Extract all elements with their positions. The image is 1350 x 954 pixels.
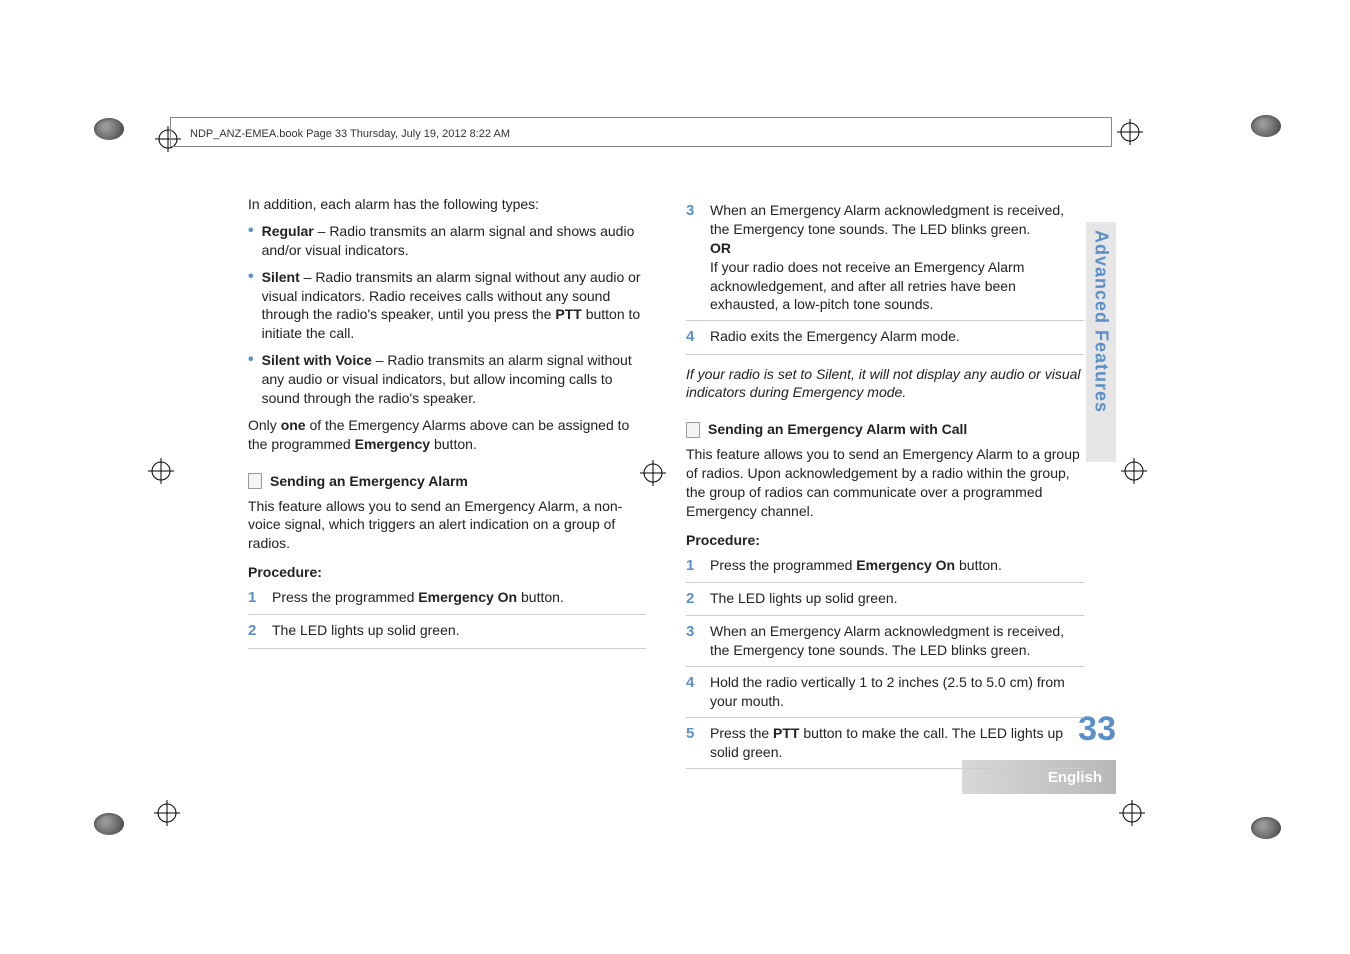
step-number: 2 <box>248 621 262 641</box>
section-body: This feature allows you to send an Emerg… <box>686 445 1084 521</box>
step-number: 1 <box>686 556 700 576</box>
bullet-icon: • <box>248 222 254 260</box>
register-mark-icon <box>155 126 181 152</box>
print-blob <box>94 813 124 835</box>
bullet-text: Silent with Voice – Radio transmits an a… <box>262 351 646 408</box>
step-text: Press the programmed Emergency On button… <box>272 588 564 608</box>
step-number: 1 <box>248 588 262 608</box>
only-one-note: Only one of the Emergency Alarms above c… <box>248 416 646 454</box>
print-blob <box>1251 115 1281 137</box>
step-3: 3 When an Emergency Alarm acknowledgment… <box>686 201 1084 321</box>
register-mark-icon <box>154 800 180 826</box>
step-b2: 2 The LED lights up solid green. <box>686 589 1084 616</box>
step-b3: 3 When an Emergency Alarm acknowledgment… <box>686 622 1084 667</box>
procedure-label: Procedure: <box>686 531 1084 550</box>
step-2: 2 The LED lights up solid green. <box>248 621 646 648</box>
step-1: 1 Press the programmed Emergency On butt… <box>248 588 646 615</box>
bullet-text: Regular – Radio transmits an alarm signa… <box>262 222 646 260</box>
procedure-label: Procedure: <box>248 563 646 582</box>
left-column: In addition, each alarm has the followin… <box>248 195 646 775</box>
step-text: Radio exits the Emergency Alarm mode. <box>710 327 960 347</box>
register-mark-icon <box>1117 119 1143 145</box>
section-body: This feature allows you to send an Emerg… <box>248 497 646 554</box>
step-number: 4 <box>686 327 700 347</box>
step-text: Press the programmed Emergency On button… <box>710 556 1002 576</box>
section-title: Sending an Emergency Alarm with Call <box>708 420 967 439</box>
step-text: When an Emergency Alarm acknowledgment i… <box>710 201 1084 314</box>
header-meta: NDP_ANZ-EMEA.book Page 33 Thursday, July… <box>190 128 510 140</box>
bullet-icon: • <box>248 268 254 344</box>
right-column: 3 When an Emergency Alarm acknowledgment… <box>686 195 1084 775</box>
step-text: When an Emergency Alarm acknowledgment i… <box>710 622 1084 660</box>
step-number: 4 <box>686 673 700 711</box>
bullet-icon: • <box>248 351 254 408</box>
intro-text: In addition, each alarm has the followin… <box>248 195 646 214</box>
step-number: 3 <box>686 201 700 314</box>
step-text: The LED lights up solid green. <box>272 621 460 641</box>
register-mark-icon <box>1119 800 1145 826</box>
register-mark-icon <box>1121 458 1147 484</box>
step-text: The LED lights up solid green. <box>710 589 898 609</box>
section-heading: Sending an Emergency Alarm <box>248 472 646 491</box>
bullet-silent: • Silent – Radio transmits an alarm sign… <box>248 268 646 344</box>
page-icon <box>686 422 700 438</box>
page-body: In addition, each alarm has the followin… <box>248 195 1098 775</box>
page-icon <box>248 473 262 489</box>
silent-note: If your radio is set to Silent, it will … <box>686 365 1084 403</box>
bullet-text: Silent – Radio transmits an alarm signal… <box>262 268 646 344</box>
step-b4: 4 Hold the radio vertically 1 to 2 inche… <box>686 673 1084 718</box>
step-4: 4 Radio exits the Emergency Alarm mode. <box>686 327 1084 354</box>
print-blob <box>94 118 124 140</box>
step-number: 3 <box>686 622 700 660</box>
print-blob <box>1251 817 1281 839</box>
step-number: 2 <box>686 589 700 609</box>
step-text: Press the PTT button to make the call. T… <box>710 724 1084 762</box>
step-text: Hold the radio vertically 1 to 2 inches … <box>710 673 1084 711</box>
section-title: Sending an Emergency Alarm <box>270 472 468 491</box>
section-heading: Sending an Emergency Alarm with Call <box>686 420 1084 439</box>
step-b5: 5 Press the PTT button to make the call.… <box>686 724 1084 769</box>
step-number: 5 <box>686 724 700 762</box>
bullet-regular: • Regular – Radio transmits an alarm sig… <box>248 222 646 260</box>
step-b1: 1 Press the programmed Emergency On butt… <box>686 556 1084 583</box>
register-mark-icon <box>148 458 174 484</box>
bullet-silent-voice: • Silent with Voice – Radio transmits an… <box>248 351 646 408</box>
